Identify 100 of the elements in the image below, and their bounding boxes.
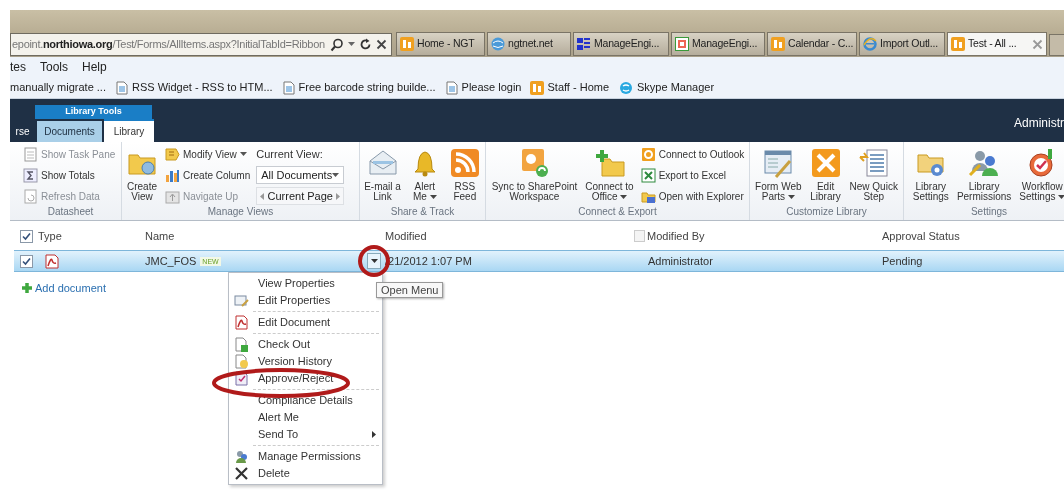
- caret-icon: [1058, 194, 1064, 200]
- ribbon-button[interactable]: Workflow Settings: [1018, 145, 1064, 202]
- checkbox[interactable]: [20, 229, 33, 243]
- caret-icon: [370, 258, 378, 264]
- ribbon-tab[interactable]: Library: [104, 119, 154, 142]
- next-icon: [336, 192, 341, 200]
- user-name[interactable]: Administr: [1014, 113, 1064, 132]
- ribbon-button[interactable]: E-mail a Link: [363, 145, 402, 202]
- menu-item[interactable]: Version History: [229, 353, 382, 370]
- file-name[interactable]: JMC_FOS: [145, 252, 197, 270]
- column-box-icon: [634, 230, 645, 242]
- pdf-icon: [233, 315, 249, 330]
- browser-tab[interactable]: ManageEngi...: [671, 32, 765, 56]
- menu-item[interactable]: Delete: [229, 465, 382, 482]
- ribbon-button[interactable]: Connect to Outlook: [640, 145, 745, 163]
- ribbon-button[interactable]: Sync to SharePoint Workspace: [490, 145, 579, 202]
- tooltip: Open Menu: [376, 282, 444, 298]
- table-cell-text: Administrator: [647, 253, 714, 269]
- menu-item[interactable]: Alert Me: [229, 409, 382, 426]
- context-tab-label: Library Tools: [35, 105, 152, 119]
- menu-item[interactable]: Send To: [229, 426, 382, 443]
- favorite-link[interactable]: Staff - Home: [547, 79, 610, 96]
- ribbon-button[interactable]: Show Totals: [23, 166, 95, 184]
- close-icon: [1032, 38, 1043, 50]
- list-icon: [857, 147, 890, 179]
- globe-icon: [491, 37, 505, 51]
- checkbox[interactable]: [20, 254, 33, 268]
- menu-item[interactable]: Help: [82, 58, 107, 76]
- favorite-link[interactable]: RSS Widget - RSS to HTM...: [132, 79, 273, 96]
- add-document-link[interactable]: Add document: [35, 280, 106, 297]
- rss-icon: [448, 147, 481, 179]
- view-dropdown[interactable]: All Documents: [256, 166, 345, 184]
- ribbon-button[interactable]: Alert Me: [407, 145, 442, 202]
- submenu-arrow-icon: [372, 431, 376, 438]
- document-icon: [23, 188, 38, 204]
- ribbon-button[interactable]: Library Permissions: [955, 145, 1013, 202]
- ribbon-tab[interactable]: Documents: [37, 121, 102, 142]
- group-title: Settings: [969, 206, 1009, 219]
- group-title: Share & Track: [389, 206, 456, 219]
- menu-item[interactable]: Edit Document: [229, 314, 382, 331]
- group-title: Datasheet: [46, 206, 95, 219]
- browser-tab[interactable]: Home - NGT: [396, 32, 485, 56]
- tile-icon: [771, 37, 785, 51]
- page-icon: [115, 80, 129, 95]
- grid-icon: [577, 37, 591, 51]
- ribbon-button[interactable]: Edit Library: [808, 145, 843, 202]
- page-icon: [444, 80, 459, 95]
- current-view-label: Current View:: [256, 146, 324, 162]
- tools-icon: [809, 147, 842, 179]
- document-icon: [23, 146, 38, 162]
- pdf-icon: [45, 253, 59, 269]
- menu-item[interactable]: Compliance Details: [229, 392, 382, 409]
- favorite-link[interactable]: Free barcode string builde...: [298, 79, 436, 96]
- group-title: Connect & Export: [577, 206, 658, 219]
- browser-tab[interactable]: Calendar - C...: [767, 32, 857, 56]
- column-header[interactable]: Approval Status: [882, 227, 960, 245]
- caret-icon: [620, 194, 628, 200]
- address-bar[interactable]: epoint.northiowa.org/Test/Forms/AllItems.aspx?InitialTabId=Ribbon: [10, 33, 392, 56]
- outlook-icon: [640, 146, 656, 162]
- approve-icon: [233, 371, 249, 386]
- menu-button[interactable]: [367, 253, 381, 269]
- browser-tab[interactable]: ManageEngi...: [573, 32, 669, 56]
- ribbon-button[interactable]: RSS Feed: [447, 145, 482, 202]
- browser-tab[interactable]: Test - All ...: [947, 32, 1047, 56]
- page-navigator[interactable]: Current Page: [256, 187, 345, 205]
- form-icon: [762, 147, 795, 179]
- ribbon-tab[interactable]: rse: [10, 121, 35, 142]
- group-title: Manage Views: [206, 206, 275, 219]
- ribbon-button[interactable]: Export to Excel: [640, 166, 726, 184]
- tile-icon: [400, 37, 414, 51]
- ribbon-button[interactable]: New Quick Step: [848, 145, 899, 202]
- tile-icon: [951, 37, 965, 51]
- favorite-link[interactable]: Skype Manager: [637, 79, 715, 96]
- browser-tab[interactable]: ngtnet.net: [487, 32, 571, 56]
- menu-item[interactable]: tes: [10, 58, 26, 76]
- menu-item[interactable]: Manage Permissions: [229, 448, 382, 465]
- ribbon-button[interactable]: Create View: [125, 145, 159, 202]
- favorite-link[interactable]: manually migrate ...: [10, 79, 106, 96]
- column-header[interactable]: Modified By: [647, 227, 705, 245]
- caret-icon: [332, 172, 340, 178]
- column-header[interactable]: Name: [145, 227, 175, 245]
- browser-tab[interactable]: Import Outl...: [859, 32, 945, 56]
- sigma-icon: [23, 167, 38, 183]
- column-header[interactable]: Modified: [385, 227, 427, 245]
- menu-item[interactable]: Approve/Reject: [229, 370, 382, 387]
- favorite-link[interactable]: Please login: [461, 79, 522, 96]
- menu-item[interactable]: Tools: [40, 58, 69, 76]
- table-cell-text: Pending: [882, 253, 924, 269]
- ribbon-button[interactable]: Create Column: [165, 166, 251, 184]
- ribbon-button[interactable]: Open with Explorer: [640, 187, 744, 205]
- excel-icon: [640, 167, 656, 183]
- menu-item[interactable]: Check Out: [229, 336, 382, 353]
- ribbon-button[interactable]: Connect to Office: [584, 145, 635, 202]
- address-text: epoint.northiowa.org/Test/Forms/AllItems.aspx?InitialTabId=Ribbon: [12, 37, 325, 53]
- column-header[interactable]: Type: [38, 227, 62, 245]
- ribbon-button[interactable]: Modify View: [165, 145, 247, 163]
- previous-icon: [260, 192, 265, 200]
- ribbon-button[interactable]: Library Settings: [911, 145, 950, 202]
- folder-up-icon: [165, 188, 180, 204]
- ribbon-button[interactable]: Form Web Parts: [754, 145, 803, 202]
